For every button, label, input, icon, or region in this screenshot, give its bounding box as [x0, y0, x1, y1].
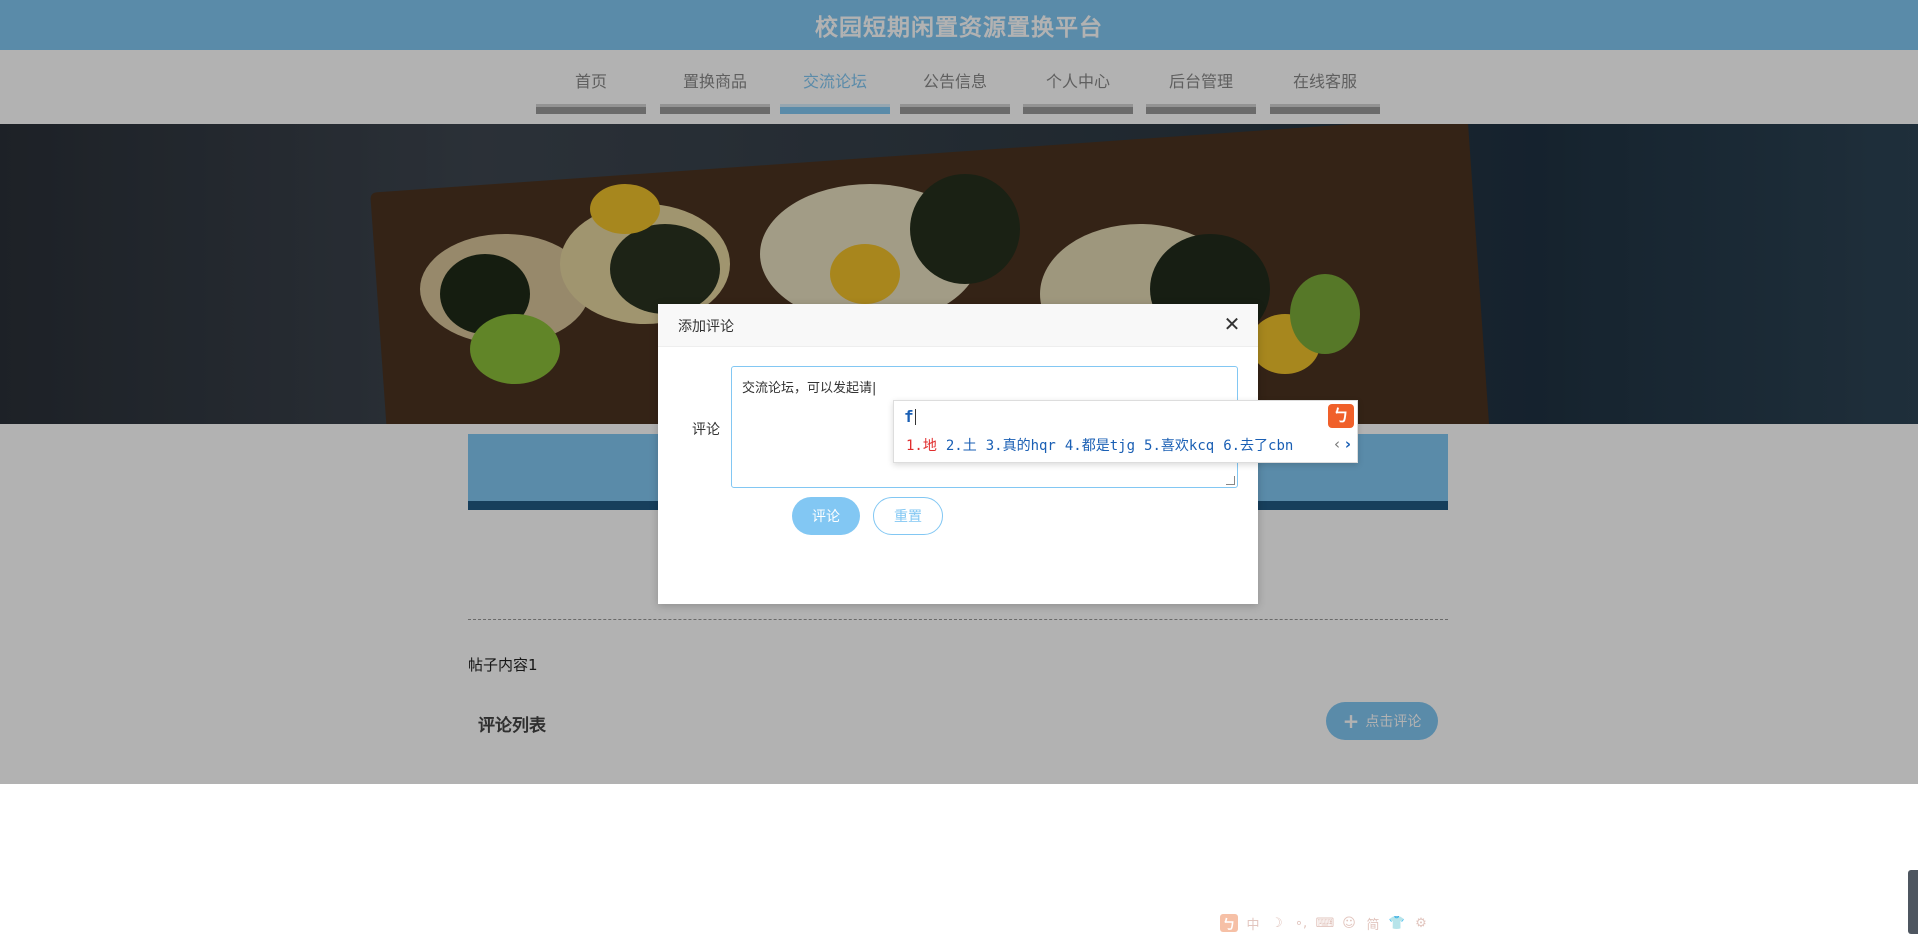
sogou-logo-icon[interactable]: ㄅ: [1220, 914, 1238, 933]
dialog-header: 添加评论 ✕: [658, 304, 1258, 347]
side-scroll-handle[interactable]: [1908, 870, 1918, 934]
reset-button[interactable]: 重置: [873, 497, 943, 535]
comment-field-label: 评论: [692, 422, 720, 438]
submit-comment-button[interactable]: 评论: [792, 497, 860, 535]
punctuation-icon[interactable]: ∘,: [1292, 914, 1310, 932]
dialog-title: 添加评论: [678, 319, 734, 335]
ime-candidate[interactable]: 1.地: [906, 438, 937, 454]
ime-candidates: 1.地 2.土 3.真的hqr 4.都是tjg 5.喜欢kcq 6.去了cbn: [906, 435, 1302, 455]
chinese-mode-icon[interactable]: 中: [1244, 914, 1262, 933]
next-page-icon[interactable]: ›: [1345, 435, 1351, 453]
resize-handle-icon[interactable]: [1226, 476, 1235, 485]
prev-page-icon[interactable]: ‹: [1334, 435, 1340, 453]
text-cursor-icon: [915, 409, 916, 425]
emoji-icon[interactable]: ☺: [1340, 914, 1358, 932]
ime-composition: f: [904, 407, 914, 426]
ime-candidate-window: f ㄅ 1.地 2.土 3.真的hqr 4.都是tjg 5.喜欢kcq 6.去了cbn ‹…: [893, 400, 1358, 463]
comment-text: 交流论坛，可以发起请: [742, 381, 873, 396]
moon-icon[interactable]: ☽: [1268, 914, 1286, 932]
simplified-icon[interactable]: 简: [1364, 914, 1382, 933]
settings-gear-icon[interactable]: ⚙: [1412, 914, 1430, 932]
close-icon[interactable]: ✕: [1220, 312, 1244, 336]
ime-candidate[interactable]: 3.真的hqr: [986, 438, 1056, 454]
skin-icon[interactable]: 👕: [1388, 914, 1406, 932]
ime-candidate[interactable]: 2.土: [946, 438, 977, 454]
ime-page-arrows: ‹ ›: [1334, 435, 1351, 453]
ime-candidate[interactable]: 5.喜欢kcq: [1144, 438, 1214, 454]
keyboard-icon[interactable]: ⌨: [1316, 914, 1335, 932]
ime-candidate[interactable]: 4.都是tjg: [1065, 438, 1135, 454]
ime-toolbar: ㄅ 中 ☽ ∘, ⌨ ☺ 简 👕 ⚙: [1220, 912, 1430, 934]
ime-candidate[interactable]: 6.去了cbn: [1223, 438, 1293, 454]
sogou-logo-icon[interactable]: ㄅ: [1328, 404, 1354, 428]
